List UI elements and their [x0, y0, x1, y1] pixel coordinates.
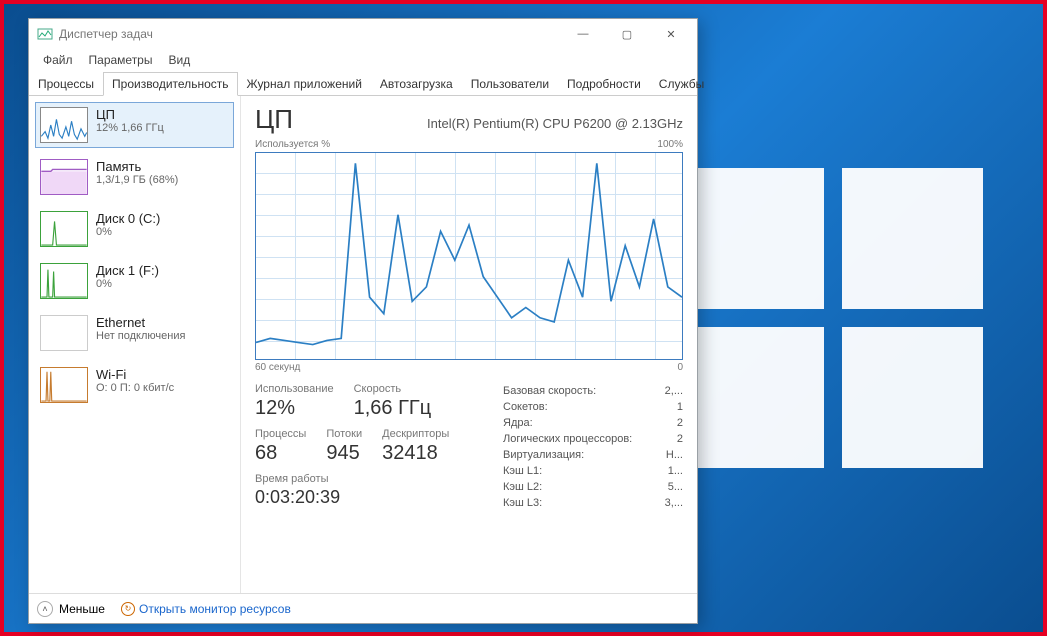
tabbar: Процессы Производительность Журнал прило…	[29, 71, 697, 96]
stat-usage: 12%	[255, 397, 334, 420]
stat-uptime: 0:03:20:39	[255, 487, 340, 508]
disk-thumb-icon	[40, 211, 88, 247]
menubar: Файл Параметры Вид	[29, 49, 697, 71]
chart-label-tl: Используется %	[255, 139, 330, 150]
cpu-thumb-icon	[40, 107, 88, 143]
sidebar-item-label: Wi-Fi	[96, 367, 174, 382]
app-icon	[37, 26, 53, 42]
maximize-button[interactable]: ▢	[605, 19, 649, 49]
sidebar-item-disk1[interactable]: Диск 1 (F:)0%	[35, 258, 234, 304]
cpu-usage-chart	[255, 152, 683, 360]
sidebar-item-label: Диск 1 (F:)	[96, 263, 159, 278]
menu-view[interactable]: Вид	[160, 51, 198, 69]
statusbar: ˄ Меньше ↻ Открыть монитор ресурсов	[29, 593, 697, 623]
sidebar-item-label: ЦП	[96, 107, 164, 122]
menu-file[interactable]: Файл	[35, 51, 81, 69]
tab-startup[interactable]: Автозагрузка	[371, 72, 462, 96]
tab-users[interactable]: Пользователи	[462, 72, 558, 96]
sidebar-item-label: Ethernet	[96, 315, 185, 330]
titlebar[interactable]: Диспетчер задач — ▢ ✕	[29, 19, 697, 49]
stat-handles: 32418	[382, 442, 449, 465]
stat-threads: 945	[326, 442, 362, 465]
tab-processes[interactable]: Процессы	[29, 72, 103, 96]
window-title: Диспетчер задач	[59, 27, 561, 41]
tab-app-history[interactable]: Журнал приложений	[238, 72, 371, 96]
sidebar-item-disk0[interactable]: Диск 0 (C:)0%	[35, 206, 234, 252]
fewer-details-button[interactable]: ˄ Меньше	[37, 601, 105, 617]
wifi-thumb-icon	[40, 367, 88, 403]
tab-details[interactable]: Подробности	[558, 72, 650, 96]
stat-processes: 68	[255, 442, 306, 465]
sidebar-item-ethernet[interactable]: EthernetНет подключения	[35, 310, 234, 356]
ethernet-thumb-icon	[40, 315, 88, 351]
chevron-up-icon: ˄	[37, 601, 53, 617]
cpu-model: Intel(R) Pentium(R) CPU P6200 @ 2.13GHz	[427, 116, 683, 131]
page-title: ЦП	[255, 104, 293, 135]
disk-thumb-icon	[40, 263, 88, 299]
open-resource-monitor-link[interactable]: ↻ Открыть монитор ресурсов	[121, 602, 291, 616]
sidebar-item-label: Диск 0 (C:)	[96, 211, 160, 226]
close-button[interactable]: ✕	[649, 19, 693, 49]
sidebar-item-label: Память	[96, 159, 178, 174]
chart-label-bl: 60 секунд	[255, 362, 300, 373]
sidebar-item-memory[interactable]: Память1,3/1,9 ГБ (68%)	[35, 154, 234, 200]
desktop-windows-logo	[683, 168, 983, 468]
memory-thumb-icon	[40, 159, 88, 195]
sidebar-item-cpu[interactable]: ЦП12% 1,66 ГГц	[35, 102, 234, 148]
sidebar: ЦП12% 1,66 ГГц Память1,3/1,9 ГБ (68%) Ди…	[29, 96, 241, 593]
chart-label-br: 0	[677, 362, 683, 373]
chart-label-tr: 100%	[657, 139, 683, 150]
minimize-button[interactable]: —	[561, 19, 605, 49]
menu-options[interactable]: Параметры	[81, 51, 161, 69]
tab-services[interactable]: Службы	[650, 72, 713, 96]
task-manager-window: Диспетчер задач — ▢ ✕ Файл Параметры Вид…	[28, 18, 698, 624]
sidebar-item-wifi[interactable]: Wi-FiО: 0 П: 0 кбит/с	[35, 362, 234, 408]
resource-monitor-icon: ↻	[121, 602, 135, 616]
stats-right-list: Базовая скорость:2,...Сокетов:1Ядра:2Лог…	[503, 383, 683, 516]
tab-performance[interactable]: Производительность	[103, 72, 237, 96]
stat-speed: 1,66 ГГц	[354, 397, 432, 420]
main-panel: ЦП Intel(R) Pentium(R) CPU P6200 @ 2.13G…	[241, 96, 697, 593]
